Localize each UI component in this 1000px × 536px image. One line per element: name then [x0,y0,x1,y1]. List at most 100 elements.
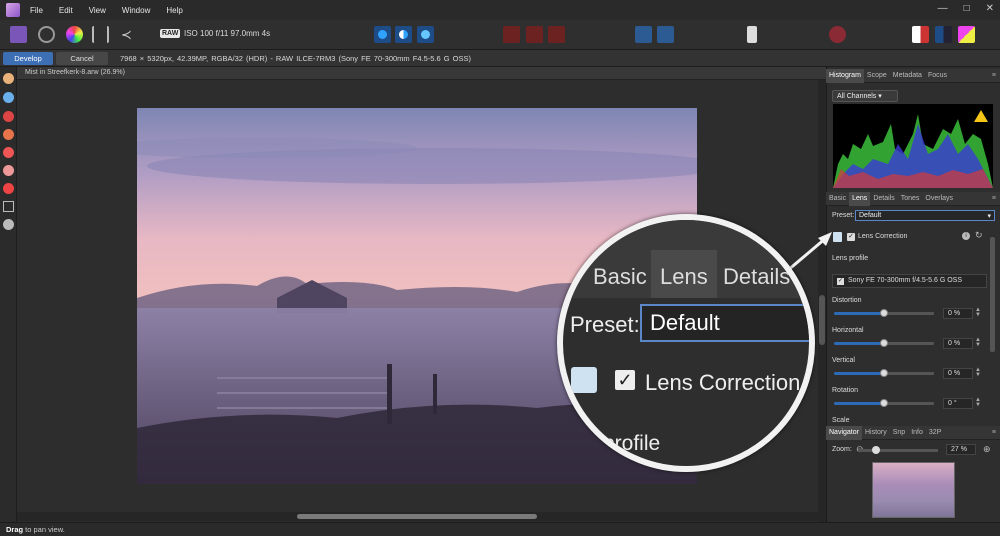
vertical-slider[interactable] [834,369,934,377]
tab-basic[interactable]: Basic [826,192,849,206]
overlay-paint-tool-icon[interactable] [3,147,14,158]
menu-edit[interactable]: Edit [59,6,73,15]
histogram-graph [833,110,993,188]
zoom-tool-icon[interactable] [3,92,14,103]
menu-window[interactable]: Window [122,6,150,15]
app-logo-icon [6,3,20,17]
tab-overlays[interactable]: Overlays [922,192,956,206]
tone-mapping-persona-icon[interactable] [92,26,109,43]
lens-correction-label: Lens Correction [858,233,908,240]
vertical-scroll-thumb[interactable] [819,295,825,345]
mirror-view-icon[interactable] [526,26,543,43]
histogram-panel-tabs: Histogram Scope Metadata Focus ≡ [826,68,1000,83]
tab-history[interactable]: History [862,426,890,440]
preset-select[interactable]: Default ▾ [855,210,995,221]
overlay-erase-tool-icon[interactable] [3,165,14,176]
tab-metadata[interactable]: Metadata [890,69,925,83]
crop-tool-icon[interactable] [3,201,14,212]
panel-layout-icon[interactable] [935,26,952,43]
rotation-value-field[interactable]: 0 ° [943,398,973,409]
horizontal-slider[interactable] [834,339,934,347]
panel-menu-icon[interactable]: ≡ [992,72,996,79]
export-persona-icon[interactable]: ≺ [118,26,135,43]
zoom-slider-knob[interactable] [872,446,880,454]
tab-histogram[interactable]: Histogram [826,68,864,83]
tab-snapshots[interactable]: Snp [890,426,908,440]
color-space-icon[interactable] [958,26,975,43]
horizontal-scroll-thumb[interactable] [297,514,537,519]
split-view-icon[interactable] [503,26,520,43]
minimize-icon[interactable]: — [938,3,948,14]
menu-view[interactable]: View [89,6,106,15]
panel-menu-icon[interactable]: ≡ [992,195,996,202]
distortion-value-field[interactable]: 0 % [943,308,973,319]
white-balance-tool-icon[interactable] [3,219,14,230]
menu-help[interactable]: Help [166,6,182,15]
clipped-highlights-icon[interactable] [374,26,391,43]
horizontal-value-field[interactable]: 0 % [943,338,973,349]
blemish-tool-icon[interactable] [3,129,14,140]
distortion-slider[interactable] [834,309,934,317]
zoom-slider[interactable] [858,446,938,454]
cancel-button[interactable]: Cancel [56,51,108,65]
tab-info[interactable]: Info [908,426,926,440]
color-picker-icon[interactable] [829,26,846,43]
flashlight-icon[interactable] [747,26,757,43]
tab-tones[interactable]: Tones [898,192,923,206]
tab-scope[interactable]: Scope [864,69,890,83]
reset-icon[interactable]: ↻ [975,230,983,241]
document-tab[interactable]: Mist in Streefkerk-8.arw (26.9%) [17,67,826,80]
clipped-tones-icon[interactable] [417,26,434,43]
distortion-slider-knob[interactable] [880,309,888,317]
compare-view-icon[interactable] [548,26,565,43]
vertical-label: Vertical [832,357,855,364]
rotation-spinner-icon[interactable]: ▲ ▼ [975,397,981,408]
lens-correction-checkbox[interactable]: ✓ [847,233,855,241]
preset-value: Default [859,212,882,219]
clipped-shadows-icon[interactable] [395,26,412,43]
vertical-spinner-icon[interactable]: ▲ ▼ [975,367,981,378]
horizontal-slider-track [884,342,934,345]
menu-file[interactable]: File [30,6,43,15]
red-eye-tool-icon[interactable] [3,111,14,122]
zoom-in-icon[interactable]: ⊕ [983,444,991,455]
navigator-panel-tabs: Navigator History Snp Info 32P ≡ [826,425,1000,440]
photo-persona-icon[interactable] [10,26,27,43]
panel-menu-icon[interactable]: ≡ [992,429,996,436]
horizontal-scrollbar[interactable] [17,512,818,521]
rotation-slider-knob[interactable] [880,399,888,407]
view-mode-icon[interactable] [912,26,929,43]
rotation-slider-track [884,402,934,405]
info-icon[interactable]: i [962,232,970,240]
close-icon[interactable]: ✕ [986,3,994,14]
vertical-value-field[interactable]: 0 % [943,368,973,379]
develop-button[interactable]: Develop [3,51,53,65]
maximize-icon[interactable]: □ [964,3,970,14]
channel-select[interactable]: All Channels ▾ [832,90,898,102]
assistant-icon[interactable] [657,26,674,43]
vertical-slider-track [884,372,934,375]
before-after-icon[interactable] [635,26,652,43]
rotation-slider[interactable] [834,399,934,407]
tab-navigator[interactable]: Navigator [826,425,862,440]
lens-profile-select[interactable]: ✓ Sony FE 70-300mm f/4.5-5.6 G OSS [832,274,987,288]
vertical-scrollbar[interactable] [818,80,826,522]
develop-persona-icon[interactable] [66,26,83,43]
hand-tool-icon[interactable] [3,73,14,84]
tab-lens[interactable]: Lens [849,191,871,206]
vertical-slider-knob[interactable] [880,369,888,377]
scale-label: Scale [832,417,850,424]
develop-panel-tabs: Basic Lens Details Tones Overlays ≡ [826,191,1000,206]
liquify-persona-icon[interactable] [38,26,55,43]
gradient-overlay-tool-icon[interactable] [3,183,14,194]
horizontal-slider-knob[interactable] [880,339,888,347]
tab-focus[interactable]: Focus [925,69,950,83]
navigator-thumbnail[interactable] [872,462,955,518]
tab-32p[interactable]: 32P [926,426,944,440]
distortion-spinner-icon[interactable]: ▲ ▼ [975,307,981,318]
develop-panel-scrollbar[interactable] [990,237,995,352]
tools-panel [0,67,17,522]
horizontal-spinner-icon[interactable]: ▲ ▼ [975,337,981,348]
zoom-value-field[interactable]: 27 % [946,444,976,455]
tab-details[interactable]: Details [870,192,897,206]
